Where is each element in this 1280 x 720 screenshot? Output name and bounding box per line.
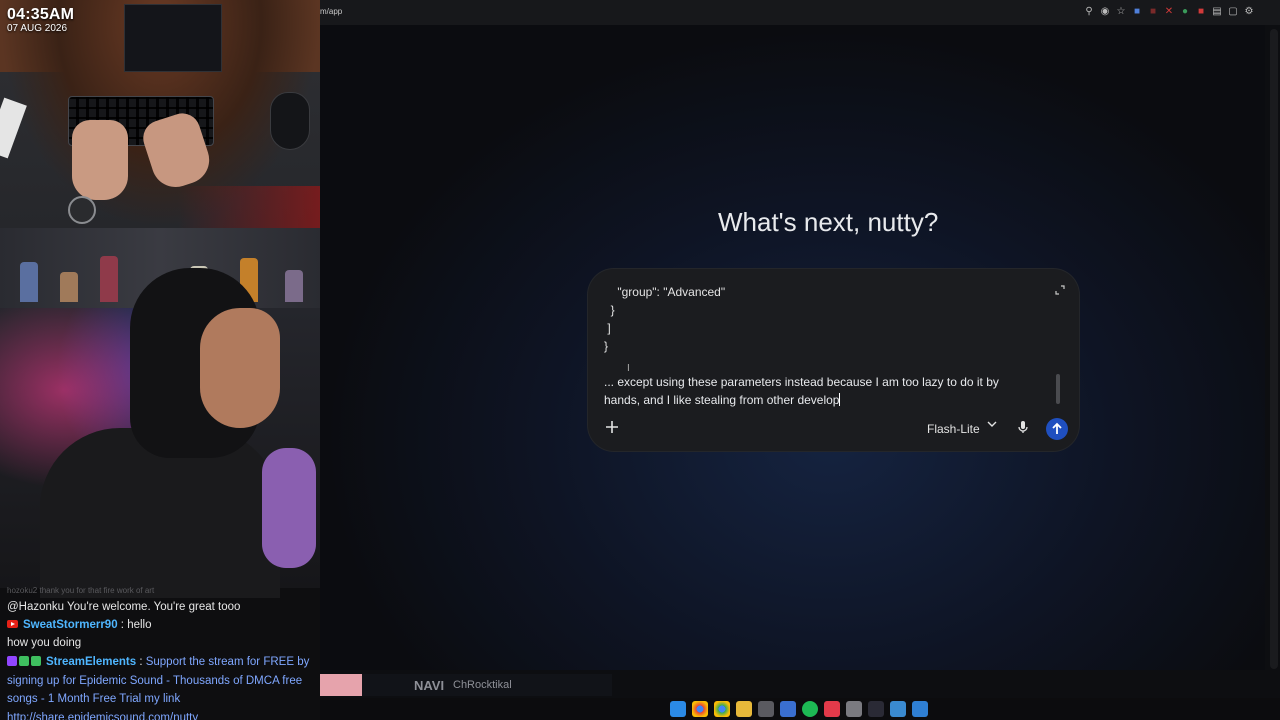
chevron-down-icon[interactable] <box>986 418 998 433</box>
browser-window: m/app ⚲ ◉ ☆ ■ ■ ✕ ● ■ ▤ ▢ ⚙ What's next,… <box>320 0 1280 720</box>
app-main: What's next, nutty? "group": "Advanced" … <box>320 25 1265 670</box>
file-explorer-icon[interactable] <box>736 701 752 717</box>
chat-username: SweatStormerr90 <box>23 619 118 631</box>
address-bar[interactable]: m/app <box>320 7 342 16</box>
face-camera <box>0 228 320 598</box>
extension-icon[interactable]: ■ <box>1132 7 1142 17</box>
code-line: } <box>604 303 615 317</box>
chat-username: StreamElements <box>46 656 137 668</box>
microphone <box>262 448 316 568</box>
code-line: ] <box>604 321 611 335</box>
verified-badge-icon <box>19 656 29 666</box>
twitch-icon <box>7 656 17 666</box>
banner-label: NAVI <box>414 678 445 693</box>
spotify-icon[interactable] <box>802 701 818 717</box>
chat-message: StreamElements : Support the stream for … <box>7 653 313 720</box>
eye-off-icon[interactable]: ◉ <box>1100 7 1110 17</box>
plus-icon <box>606 421 618 433</box>
page-scrollbar[interactable] <box>1265 25 1280 670</box>
moderator-badge-icon <box>31 656 41 666</box>
text-caret <box>839 393 841 406</box>
vscode-icon[interactable] <box>912 701 928 717</box>
taskbar-apps <box>670 701 928 717</box>
prompt-code-block[interactable]: "group": "Advanced" } ] } <box>604 283 725 355</box>
left-hand <box>72 120 128 200</box>
windows-start-icon[interactable] <box>670 701 686 717</box>
page-title: What's next, nutty? <box>718 207 939 237</box>
extension-icon[interactable]: ▢ <box>1228 7 1238 17</box>
desk-mat-print <box>178 186 320 228</box>
app-icon[interactable] <box>890 701 906 717</box>
chrome-icon[interactable] <box>714 701 730 717</box>
chat-faded-line: hozoku2 thank you for that fire work of … <box>7 586 155 595</box>
chrome-icon[interactable] <box>692 701 708 717</box>
arrow-up-icon <box>1052 422 1062 434</box>
chat-message: @Hazonku You're welcome. You're great to… <box>7 598 313 617</box>
chat-text: hello <box>127 619 152 631</box>
chat-separator: : <box>117 619 128 631</box>
add-attachment-button[interactable] <box>604 419 620 435</box>
star-icon[interactable]: ☆ <box>1116 7 1126 17</box>
streamer-face <box>200 308 280 428</box>
wristwatch <box>68 196 96 224</box>
chat-text: how you doing <box>7 637 82 649</box>
stream-chat: hozoku2 thank you for that fire work of … <box>0 586 320 720</box>
extension-icon[interactable]: ■ <box>1196 7 1206 17</box>
chat-separator: : <box>136 656 146 668</box>
prompt-composer[interactable]: "group": "Advanced" } ] } I ... except u… <box>588 269 1079 451</box>
app-icon[interactable] <box>780 701 796 717</box>
code-line: "group": "Advanced" <box>604 285 726 299</box>
microphone-button[interactable] <box>1015 419 1031 435</box>
desk-monitor <box>124 4 222 72</box>
zoom-icon[interactable]: ⚲ <box>1084 7 1094 17</box>
extension-icon[interactable]: ⚙ <box>1244 7 1254 17</box>
chat-message: SweatStormerr90 : hello <box>7 616 313 635</box>
stream-banner: NAVI ChRocktikal <box>320 674 612 696</box>
stream-overlay: 04:35AM 07 AUG 2026 hozoku2 thank you fo… <box>0 0 320 720</box>
mouse <box>270 92 310 150</box>
banner-accent <box>320 674 362 696</box>
browser-toolbar: m/app ⚲ ◉ ☆ ■ ■ ✕ ● ■ ▤ ▢ ⚙ <box>320 0 1280 25</box>
desk-camera: 04:35AM 07 AUG 2026 <box>0 0 320 228</box>
code-line: } <box>604 339 609 353</box>
extension-icon[interactable]: ▤ <box>1212 7 1222 17</box>
music-icon[interactable] <box>824 701 840 717</box>
stream-clock-date: 07 AUG 2026 <box>7 23 68 34</box>
prompt-input[interactable]: ... except using these parameters instea… <box>604 373 1024 409</box>
composer-scrollbar[interactable] <box>1056 374 1060 404</box>
toolbar-icons: ⚲ ◉ ☆ ■ ■ ✕ ● ■ ▤ ▢ ⚙ <box>1084 6 1254 18</box>
extension-icon[interactable]: ● <box>1180 7 1190 17</box>
prompt-input-text: ... except using these parameters instea… <box>604 375 999 407</box>
os-taskbar <box>320 698 1280 720</box>
terminal-icon[interactable] <box>868 701 884 717</box>
paper-sheet <box>0 97 27 159</box>
extension-icon[interactable]: ■ <box>1148 7 1158 17</box>
extension-icon[interactable]: ✕ <box>1164 7 1174 17</box>
banner-name: ChRocktikal <box>453 679 512 691</box>
send-button[interactable] <box>1046 418 1068 440</box>
app-icon[interactable] <box>846 701 862 717</box>
model-selector-label[interactable]: Flash-Lite <box>927 422 980 436</box>
settings-icon[interactable] <box>758 701 774 717</box>
chat-text: @Hazonku You're welcome. You're great to… <box>7 601 241 613</box>
microphone-icon <box>1018 421 1028 433</box>
chat-message: how you doing <box>7 634 313 653</box>
youtube-icon <box>7 620 18 628</box>
expand-icon[interactable] <box>1055 285 1065 295</box>
stream-clock-time: 04:35AM <box>7 6 75 23</box>
